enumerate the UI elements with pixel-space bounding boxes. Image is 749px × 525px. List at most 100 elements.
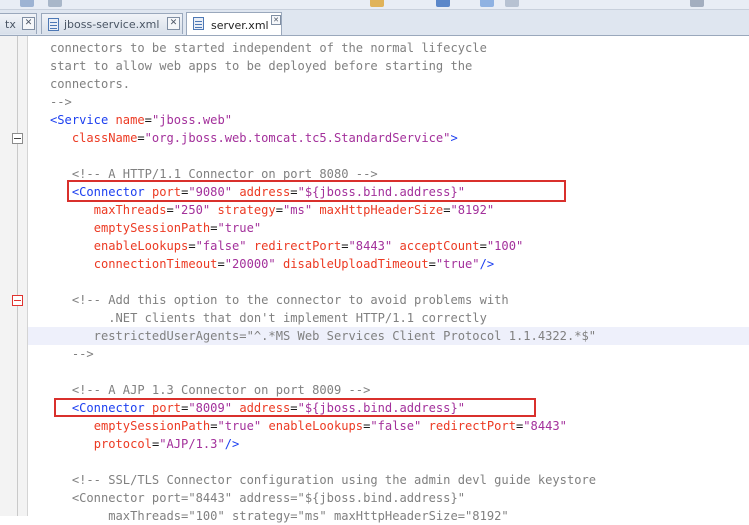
code-line[interactable]: protocol="AJP/1.3"/> xyxy=(28,435,749,453)
toolbar-button-icon[interactable] xyxy=(20,0,34,7)
toolbar-button-icon[interactable] xyxy=(690,0,704,7)
code-line[interactable]: <Connector port="8009" address="${jboss.… xyxy=(28,399,749,417)
code-token: enableLookups xyxy=(93,239,189,253)
code-token: port xyxy=(151,401,182,415)
toolbar-button-icon[interactable] xyxy=(436,0,450,7)
code-token: "8443" xyxy=(523,419,567,433)
code-line[interactable]: maxThreads="250" strategy="ms" maxHttpHe… xyxy=(28,201,749,219)
code-token: <Connector xyxy=(71,185,145,199)
code-line[interactable]: emptySessionPath="true" xyxy=(28,219,749,237)
code-line[interactable]: <!-- SSL/TLS Connector configuration usi… xyxy=(28,471,749,489)
code-token: = xyxy=(137,131,145,145)
code-line[interactable]: --> xyxy=(28,345,749,363)
code-line[interactable]: start to allow web apps to be deployed b… xyxy=(28,57,749,75)
code-token: emptySessionPath xyxy=(93,221,211,235)
code-editor[interactable]: connectors to be started independent of … xyxy=(28,36,749,523)
code-token: <!-- A AJP 1.3 Connector on port 8009 --… xyxy=(71,383,371,397)
code-token: --> xyxy=(50,95,72,109)
code-line[interactable]: connectionTimeout="20000" disableUploadT… xyxy=(28,255,749,273)
code-token: emptySessionPath xyxy=(93,419,211,433)
code-line[interactable] xyxy=(28,273,749,291)
code-line[interactable]: maxThreads="100" strategy="ms" maxHttpHe… xyxy=(28,507,749,525)
code-line[interactable] xyxy=(28,453,749,471)
code-token: connectors to be started independent of … xyxy=(50,41,487,55)
code-token: "false" xyxy=(195,239,247,253)
code-line[interactable]: .NET clients that don't implement HTTP/1… xyxy=(28,309,749,327)
fold-toggle-icon[interactable] xyxy=(12,133,23,144)
code-line[interactable]: className="org.jboss.web.tomcat.tc5.Stan… xyxy=(28,129,749,147)
code-token: redirectPort xyxy=(428,419,516,433)
code-line[interactable]: <Service name="jboss.web" xyxy=(28,111,749,129)
code-line[interactable]: connectors. xyxy=(28,75,749,93)
code-line[interactable]: <!-- A HTTP/1.1 Connector on port 8080 -… xyxy=(28,165,749,183)
code-token: = xyxy=(290,185,298,199)
code-token: "9080" xyxy=(188,185,233,199)
code-token: --> xyxy=(50,347,94,361)
code-token: "true" xyxy=(435,257,480,271)
code-token: "100" xyxy=(486,239,524,253)
tab-server-xml[interactable]: server.xml ✕ xyxy=(186,12,282,35)
code-line[interactable]: <Connector port="8443" address="${jboss.… xyxy=(28,489,749,507)
code-token: /> xyxy=(224,437,240,451)
code-token: = xyxy=(217,257,225,271)
close-icon[interactable]: ✕ xyxy=(167,17,180,30)
code-token: = xyxy=(479,239,487,253)
code-line[interactable] xyxy=(28,363,749,381)
code-token: address xyxy=(239,401,291,415)
code-token: "jboss.web" xyxy=(151,113,233,127)
code-token: "org.jboss.web.tomcat.tc5.StandardServic… xyxy=(144,131,451,145)
code-token: "true" xyxy=(217,221,262,235)
editor-tab-bar: tx ✕ jboss-service.xml ✕ server.xml ✕ xyxy=(0,10,749,36)
code-token: = xyxy=(428,257,436,271)
file-icon xyxy=(193,17,204,30)
close-icon[interactable]: ✕ xyxy=(22,17,35,30)
tab-label: jboss-service.xml xyxy=(64,18,160,31)
code-line[interactable]: enableLookups="false" redirectPort="8443… xyxy=(28,237,749,255)
tab-label: server.xml xyxy=(211,19,269,32)
tab-txt[interactable]: tx ✕ xyxy=(0,13,37,34)
code-token: "true" xyxy=(217,419,262,433)
file-icon xyxy=(48,18,59,31)
code-line[interactable]: <!-- A AJP 1.3 Connector on port 8009 --… xyxy=(28,381,749,399)
code-token: enableLookups xyxy=(268,419,364,433)
code-token: = xyxy=(341,239,349,253)
tab-jboss-service-xml[interactable]: jboss-service.xml ✕ xyxy=(41,13,183,34)
toolbar-button-icon[interactable] xyxy=(48,0,62,7)
toolbar-button-icon[interactable] xyxy=(505,0,519,7)
code-token: "8009" xyxy=(188,401,233,415)
tab-label: tx xyxy=(5,18,16,31)
code-token: maxThreads="100" strategy="ms" maxHttpHe… xyxy=(50,509,509,523)
code-token: "8443" xyxy=(348,239,393,253)
code-line[interactable]: <!-- Add this option to the connector to… xyxy=(28,291,749,309)
close-icon[interactable]: ✕ xyxy=(271,15,281,25)
code-line[interactable]: restrictedUserAgents="^.*MS Web Services… xyxy=(28,327,749,345)
code-token: <!-- SSL/TLS Connector configuration usi… xyxy=(71,473,597,487)
code-token: > xyxy=(450,131,458,145)
fold-toggle-icon[interactable] xyxy=(12,295,23,306)
code-line[interactable]: --> xyxy=(28,93,749,111)
toolbar-button-icon[interactable] xyxy=(480,0,494,7)
code-line[interactable]: <Connector port="9080" address="${jboss.… xyxy=(28,183,749,201)
code-line[interactable]: emptySessionPath="true" enableLookups="f… xyxy=(28,417,749,435)
code-line[interactable] xyxy=(28,147,749,165)
code-token: "${jboss.bind.address}" xyxy=(297,185,466,199)
code-line[interactable]: connectors to be started independent of … xyxy=(28,39,749,57)
code-token: name xyxy=(115,113,145,127)
code-token: address xyxy=(239,185,291,199)
toolbar-button-icon[interactable] xyxy=(370,0,384,7)
